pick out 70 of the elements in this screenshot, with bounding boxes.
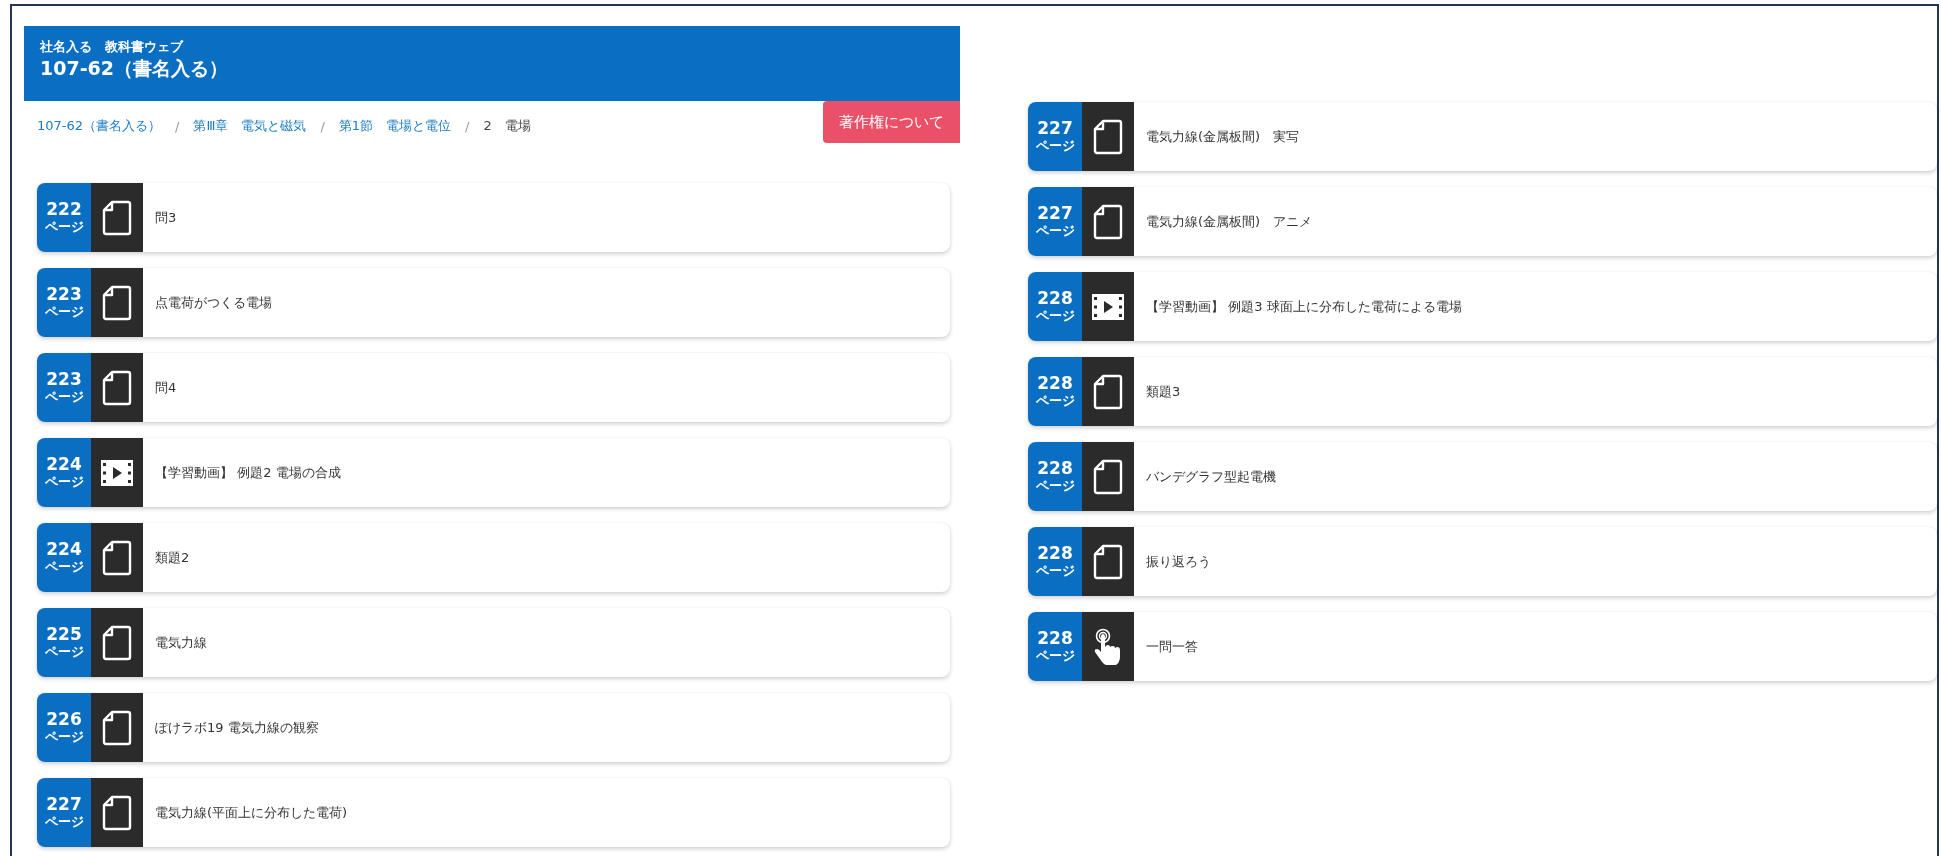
content-item[interactable]: 228 ページ 【学習動画】 例題3 球面上に分布した電荷による電場 — [1028, 272, 1937, 341]
breadcrumb-link[interactable]: 第Ⅲ章 電気と磁気 — [193, 117, 307, 135]
item-title: 類題3 — [1146, 382, 1181, 401]
document-icon — [1093, 373, 1123, 410]
page-badge: 224 ページ — [37, 523, 91, 592]
page-badge: 228 ページ — [1028, 357, 1082, 426]
item-title: 電気力線 — [155, 633, 207, 652]
document-icon — [102, 284, 132, 321]
content-item[interactable]: 228 ページ バンデグラフ型起電機 — [1028, 442, 1937, 511]
document-icon — [102, 369, 132, 406]
breadcrumb-separator: / — [465, 118, 470, 134]
item-title: 電気力線(金属板間) アニメ — [1146, 212, 1313, 231]
item-title: 【学習動画】 例題3 球面上に分布した電荷による電場 — [1146, 297, 1462, 316]
page-badge: 227 ページ — [1028, 187, 1082, 256]
content-item[interactable]: 224 ページ 類題2 — [37, 523, 950, 592]
page-badge: 228 ページ — [1028, 272, 1082, 341]
breadcrumb-current: 2 電場 — [483, 117, 531, 135]
item-title: 【学習動画】 例題2 電場の合成 — [155, 463, 341, 482]
page-badge: 228 ページ — [1028, 442, 1082, 511]
document-icon — [102, 709, 132, 746]
item-title: 類題2 — [155, 548, 190, 567]
document-icon — [102, 624, 132, 661]
document-icon — [1093, 458, 1123, 495]
breadcrumb-link[interactable]: 107-62（書名入る） — [37, 117, 162, 135]
item-title: 電気力線(平面上に分布した電荷) — [155, 803, 348, 822]
item-title: 問4 — [155, 378, 177, 397]
document-icon — [102, 199, 132, 236]
copyright-button[interactable]: 著作権について — [823, 101, 960, 143]
content-item[interactable]: 228 ページ 振り返ろう — [1028, 527, 1937, 596]
content-item[interactable]: 228 ページ 類題3 — [1028, 357, 1937, 426]
page-badge: 227 ページ — [1028, 102, 1082, 171]
tap-hand-icon — [1093, 627, 1123, 666]
breadcrumb-separator: / — [320, 118, 325, 134]
book-title: 107-62（書名入る） — [40, 56, 228, 81]
document-icon — [1093, 543, 1123, 580]
breadcrumb-separator: / — [175, 118, 180, 134]
page-badge: 227 ページ — [37, 778, 91, 847]
content-item[interactable]: 227 ページ 電気力線(金属板間) アニメ — [1028, 187, 1937, 256]
content-item[interactable]: 224 ページ 【学習動画】 例題2 電場の合成 — [37, 438, 950, 507]
item-title: 問3 — [155, 208, 177, 227]
item-title: 点電荷がつくる電場 — [155, 293, 272, 312]
content-item[interactable]: 222 ページ 問3 — [37, 183, 950, 252]
page-badge: 223 ページ — [37, 268, 91, 337]
page-badge: 223 ページ — [37, 353, 91, 422]
content-item[interactable]: 227 ページ 電気力線(平面上に分布した電荷) — [37, 778, 950, 847]
breadcrumb-link[interactable]: 第1節 電場と電位 — [338, 117, 452, 135]
page-badge: 224 ページ — [37, 438, 91, 507]
item-title: 電気力線(金属板間) 実写 — [1146, 127, 1300, 146]
page-badge: 225 ページ — [37, 608, 91, 677]
content-item[interactable]: 228 ページ 一問一答 — [1028, 612, 1937, 681]
item-title: ぽけラボ19 電気力線の観察 — [155, 718, 319, 737]
item-title: 一問一答 — [1146, 637, 1198, 656]
document-icon — [102, 539, 132, 576]
page-badge: 228 ページ — [1028, 612, 1082, 681]
publisher-label: 社名入る 教科書ウェブ — [40, 38, 183, 56]
document-icon — [1093, 118, 1123, 155]
content-item[interactable]: 223 ページ 問4 — [37, 353, 950, 422]
page-badge: 228 ページ — [1028, 527, 1082, 596]
content-item[interactable]: 223 ページ 点電荷がつくる電場 — [37, 268, 950, 337]
video-icon — [1092, 293, 1124, 320]
document-icon — [1093, 203, 1123, 240]
video-icon — [101, 459, 133, 486]
content-item[interactable]: 226 ページ ぽけラボ19 電気力線の観察 — [37, 693, 950, 762]
page-badge: 222 ページ — [37, 183, 91, 252]
item-title: バンデグラフ型起電機 — [1146, 467, 1276, 486]
content-item[interactable]: 225 ページ 電気力線 — [37, 608, 950, 677]
item-title: 振り返ろう — [1146, 552, 1211, 571]
page-badge: 226 ページ — [37, 693, 91, 762]
document-icon — [102, 794, 132, 831]
content-item[interactable]: 227 ページ 電気力線(金属板間) 実写 — [1028, 102, 1937, 171]
